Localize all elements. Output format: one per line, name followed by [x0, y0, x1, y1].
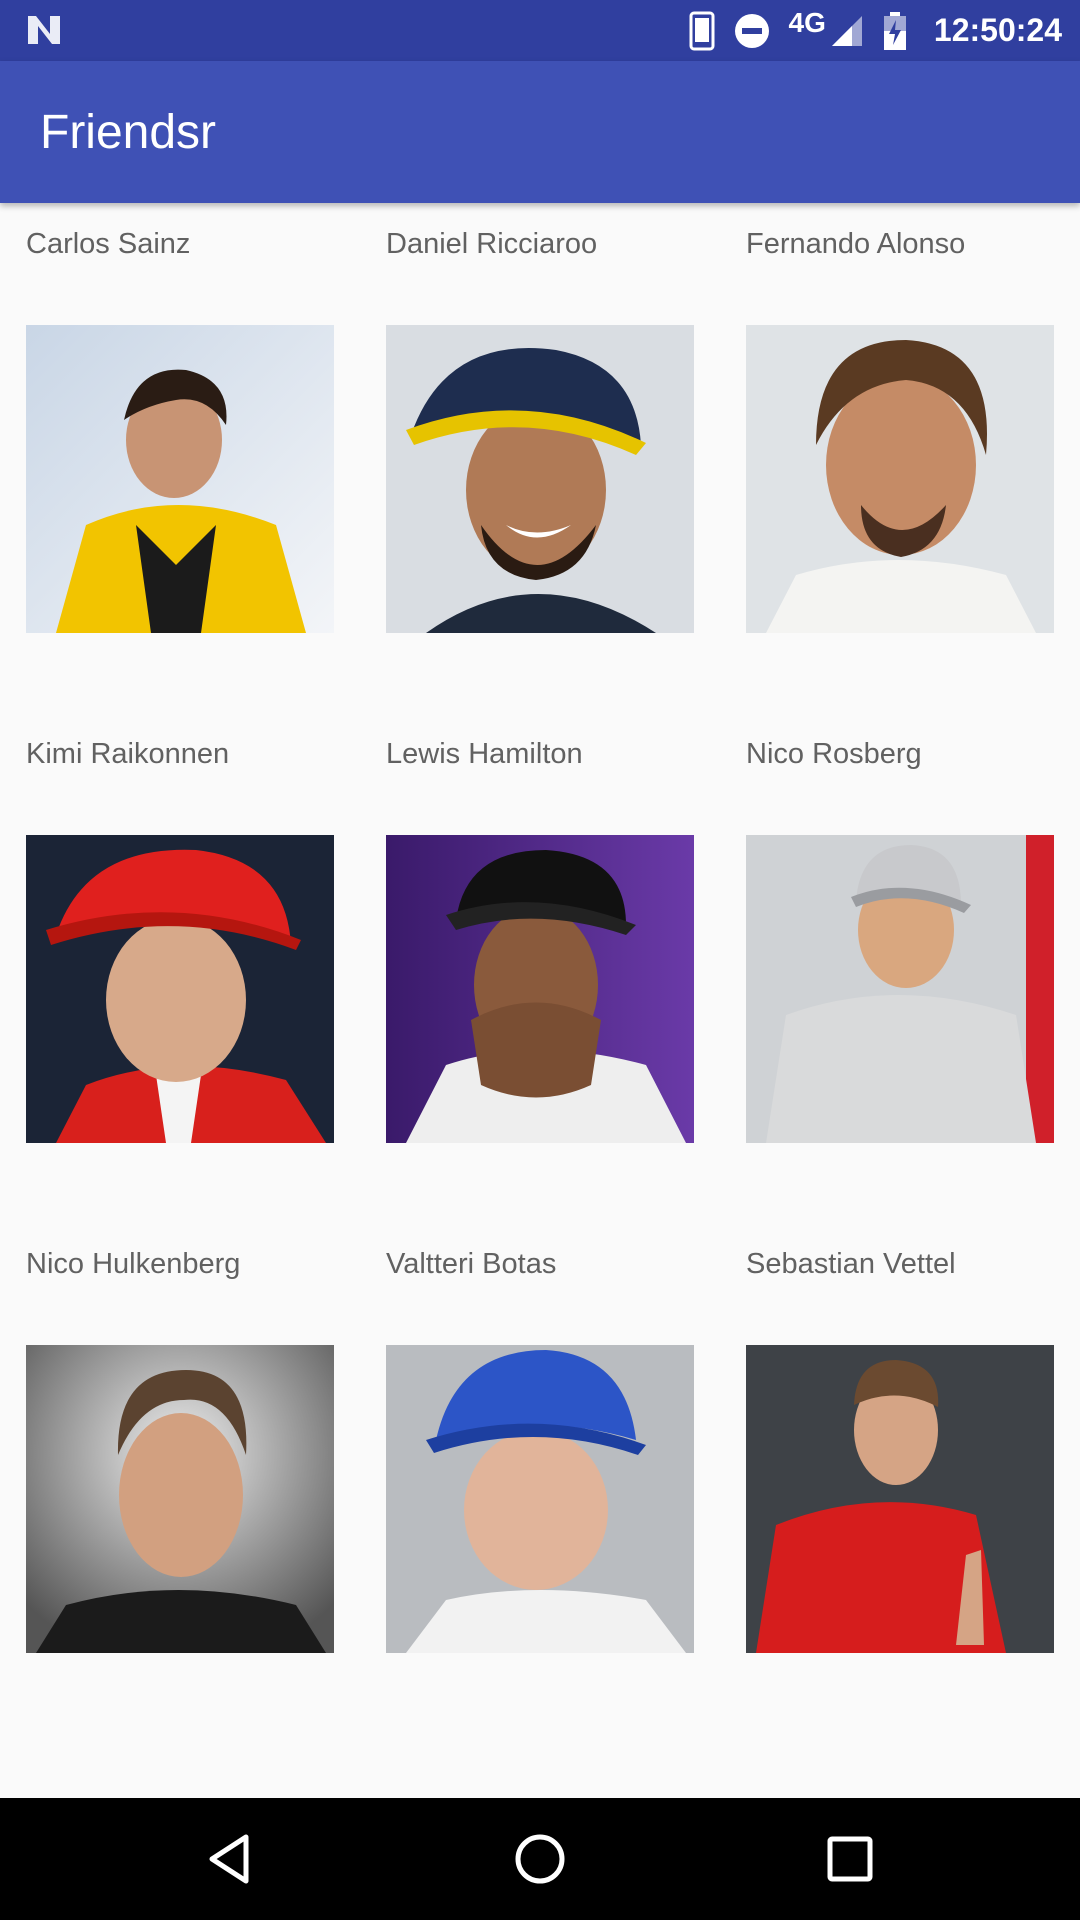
- friend-photo[interactable]: [746, 325, 1054, 633]
- phone-vibrate-icon: [689, 11, 715, 50]
- friend-photo[interactable]: [386, 325, 694, 633]
- status-bar: 4G 12:50:24: [0, 0, 1080, 61]
- friend-name: Daniel Ricciaroo: [386, 228, 598, 260]
- friend-photo-image: [746, 325, 1054, 633]
- friend-name: Valtteri Botas: [386, 1248, 557, 1280]
- friend-photo-image: [386, 325, 694, 633]
- friend-name: Nico Rosberg: [746, 738, 922, 770]
- android-n-logo-icon: [28, 16, 60, 44]
- friend-photo-image: [26, 325, 334, 633]
- friend-photo[interactable]: [26, 835, 334, 1143]
- friend-photo[interactable]: [26, 325, 334, 633]
- friend-photo-image: [26, 1345, 334, 1653]
- friend-name: Fernando Alonso: [746, 228, 966, 260]
- home-icon[interactable]: [510, 1829, 570, 1889]
- app-title: Friendsr: [40, 106, 217, 159]
- friend-photo-image: [746, 835, 1054, 1143]
- do-not-disturb-icon: [734, 13, 769, 48]
- friend-photo[interactable]: [386, 1345, 694, 1653]
- navigation-bar: [0, 1798, 1080, 1920]
- signal-strength-icon: [831, 15, 862, 46]
- friend-name: Nico Hulkenberg: [26, 1248, 241, 1280]
- back-icon[interactable]: [200, 1829, 260, 1889]
- friend-photo-image: [386, 835, 694, 1143]
- app-bar: Friendsr: [0, 61, 1080, 203]
- friend-photo-image: [746, 1345, 1054, 1653]
- friend-name: Lewis Hamilton: [386, 738, 583, 770]
- battery-charging-icon: [883, 11, 906, 50]
- friends-grid[interactable]: Carlos Sainz Daniel Ricciaroo Fernando A…: [0, 203, 1080, 1798]
- recents-icon[interactable]: [820, 1829, 880, 1889]
- friend-name: Sebastian Vettel: [746, 1248, 956, 1280]
- friend-photo[interactable]: [386, 835, 694, 1143]
- friend-photo-image: [26, 835, 334, 1143]
- network-type-label: 4G: [788, 6, 826, 38]
- friend-photo-image: [386, 1345, 694, 1653]
- friend-name: Kimi Raikonnen: [26, 738, 230, 770]
- friend-name: Carlos Sainz: [26, 228, 191, 260]
- clock: 12:50:24: [933, 12, 1062, 48]
- friend-photo[interactable]: [746, 1345, 1054, 1653]
- friend-photo[interactable]: [26, 1345, 334, 1653]
- friend-photo[interactable]: [746, 835, 1054, 1143]
